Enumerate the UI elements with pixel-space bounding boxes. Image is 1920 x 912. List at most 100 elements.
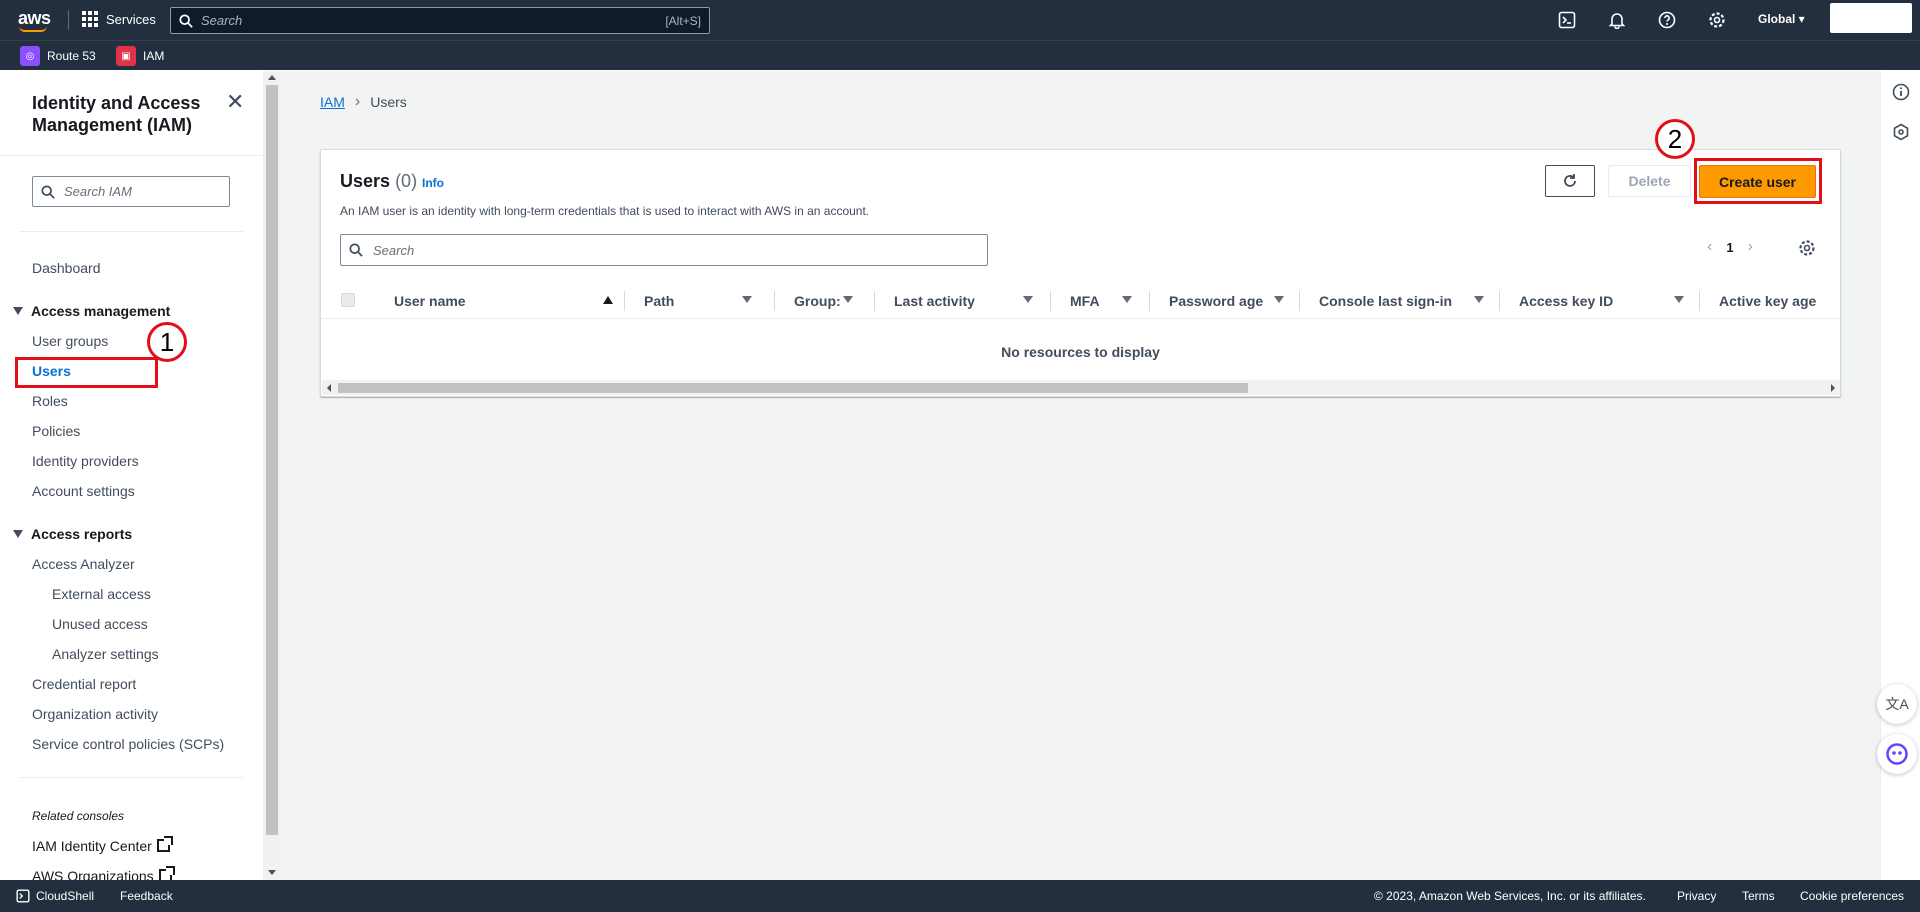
annotation-highlight-create [1694, 158, 1822, 204]
panel-description: An IAM user is an identity with long-ter… [340, 204, 870, 218]
translate-button[interactable]: 文A [1877, 684, 1917, 724]
scroll-up-arrow-icon[interactable] [268, 75, 276, 80]
column-header-last-activity[interactable]: Last activity [894, 293, 975, 309]
column-header-groups[interactable]: Group: [794, 293, 841, 309]
aws-logo[interactable]: aws [18, 8, 51, 32]
breadcrumb: IAM › Users [320, 93, 407, 111]
empty-state-text: No resources to display [1001, 344, 1160, 360]
current-page[interactable]: 1 [1726, 240, 1733, 255]
column-header-password-age[interactable]: Password age [1169, 293, 1263, 309]
assistant-robot-icon [1886, 743, 1908, 765]
column-header-mfa[interactable]: MFA [1070, 293, 1100, 309]
sort-ascending-icon[interactable] [603, 296, 613, 304]
favorite-route53[interactable]: ◎ Route 53 [20, 46, 96, 66]
column-header-access-key-id[interactable]: Access key ID [1519, 293, 1613, 309]
users-table-panel: Users (0) Info An IAM user is an identit… [320, 149, 1841, 397]
column-header-path[interactable]: Path [644, 293, 674, 309]
scrollbar-thumb[interactable] [338, 383, 1248, 393]
favorites-bar: ◎ Route 53 ▣ IAM [0, 40, 1920, 70]
search-icon [349, 243, 363, 257]
top-navigation-bar: aws Services Search [Alt+S] Global ▾ [0, 0, 1920, 40]
external-link-icon [156, 836, 173, 852]
column-divider [1699, 291, 1700, 311]
caret-down-icon [13, 307, 23, 315]
nav-search-input[interactable]: Search IAM [32, 176, 230, 207]
search-icon [41, 184, 55, 199]
sort-icon[interactable] [1023, 296, 1033, 303]
external-link-icon [158, 866, 175, 880]
nav-item-scps[interactable]: Service control policies (SCPs) [32, 736, 224, 752]
sort-icon[interactable] [1474, 296, 1484, 303]
help-icon[interactable] [1658, 11, 1676, 29]
column-divider [774, 291, 775, 311]
column-header-user-name[interactable]: User name [394, 293, 466, 309]
annotation-highlight-users [15, 357, 158, 388]
nav-search-placeholder: Search IAM [64, 184, 132, 199]
chevron-right-icon[interactable]: › [1748, 238, 1753, 256]
column-header-console-last-sign-in[interactable]: Console last sign-in [1319, 293, 1452, 309]
favorite-iam[interactable]: ▣ IAM [116, 46, 164, 66]
select-all-checkbox[interactable] [341, 293, 355, 307]
feedback-link[interactable]: Feedback [120, 889, 173, 903]
nav-section-access-reports[interactable]: Access reports [13, 526, 132, 542]
sort-icon[interactable] [1274, 296, 1284, 303]
sidenav-scrollbar[interactable] [264, 71, 280, 880]
nav-item-unused-access[interactable]: Unused access [52, 616, 148, 632]
info-panel-icon[interactable] [1892, 83, 1910, 101]
global-search-input[interactable]: Search [Alt+S] [170, 7, 710, 34]
nav-item-credential-report[interactable]: Credential report [32, 676, 136, 692]
delete-button[interactable]: Delete [1608, 165, 1691, 197]
nav-item-external-access[interactable]: External access [52, 586, 151, 602]
sort-icon[interactable] [1122, 296, 1132, 303]
sort-icon[interactable] [843, 296, 853, 303]
breadcrumb-iam-link[interactable]: IAM [320, 94, 345, 110]
nav-item-roles[interactable]: Roles [32, 393, 68, 409]
column-divider [624, 291, 625, 311]
aws-smile-icon [19, 26, 47, 32]
scrollbar-thumb[interactable] [266, 85, 278, 835]
cloudshell-icon[interactable] [1558, 11, 1576, 29]
sort-icon[interactable] [1674, 296, 1684, 303]
info-link[interactable]: Info [422, 176, 444, 190]
terms-link[interactable]: Terms [1742, 889, 1775, 903]
settings-gear-icon[interactable] [1708, 11, 1726, 29]
section-heading: Access management [31, 303, 171, 319]
refresh-button[interactable] [1545, 165, 1595, 197]
section-heading: Access reports [31, 526, 133, 542]
nav-item-analyzer-settings[interactable]: Analyzer settings [52, 646, 159, 662]
scroll-right-arrow-icon[interactable] [1831, 384, 1835, 392]
services-menu-button[interactable]: Services [82, 11, 156, 27]
nav-item-account-settings[interactable]: Account settings [32, 483, 135, 499]
search-placeholder: Search [201, 13, 243, 28]
scroll-left-arrow-icon[interactable] [327, 384, 331, 392]
footer-bar: CloudShell Feedback © 2023, Amazon Web S… [0, 880, 1920, 912]
account-menu[interactable] [1830, 3, 1912, 33]
cookie-preferences-link[interactable]: Cookie preferences [1800, 889, 1904, 903]
cloudshell-footer-button[interactable]: CloudShell [16, 889, 94, 903]
main-content: IAM › Users Users (0) Info An IAM user i… [280, 71, 1880, 880]
nav-section-access-management[interactable]: Access management [13, 303, 170, 319]
nav-item-identity-providers[interactable]: Identity providers [32, 453, 139, 469]
close-icon[interactable]: ✕ [226, 91, 244, 113]
nav-item-policies[interactable]: Policies [32, 423, 80, 439]
sort-icon[interactable] [742, 296, 752, 303]
privacy-link[interactable]: Privacy [1677, 889, 1716, 903]
column-header-active-key-age[interactable]: Active key age [1719, 293, 1816, 309]
nav-title[interactable]: Identity and Access Management (IAM) [32, 92, 232, 136]
notifications-icon[interactable] [1608, 11, 1626, 29]
region-selector[interactable]: Global ▾ [1758, 12, 1805, 26]
assistant-button[interactable] [1877, 734, 1917, 774]
chevron-left-icon[interactable]: ‹ [1707, 238, 1712, 256]
users-search-input[interactable]: Search [340, 234, 988, 266]
resources-hexagon-icon[interactable] [1892, 123, 1910, 141]
nav-item-organization-activity[interactable]: Organization activity [32, 706, 158, 722]
table-preferences-gear-icon[interactable] [1798, 239, 1816, 257]
nav-item-aws-organizations[interactable]: AWS Organizations [32, 866, 175, 880]
table-horizontal-scrollbar[interactable] [322, 380, 1840, 395]
nav-item-access-analyzer[interactable]: Access Analyzer [32, 556, 135, 572]
favorite-label: Route 53 [47, 49, 96, 63]
nav-item-user-groups[interactable]: User groups [32, 333, 108, 349]
scroll-down-arrow-icon[interactable] [268, 870, 276, 875]
nav-item-iam-identity-center[interactable]: IAM Identity Center [32, 836, 173, 854]
nav-item-dashboard[interactable]: Dashboard [32, 260, 101, 276]
